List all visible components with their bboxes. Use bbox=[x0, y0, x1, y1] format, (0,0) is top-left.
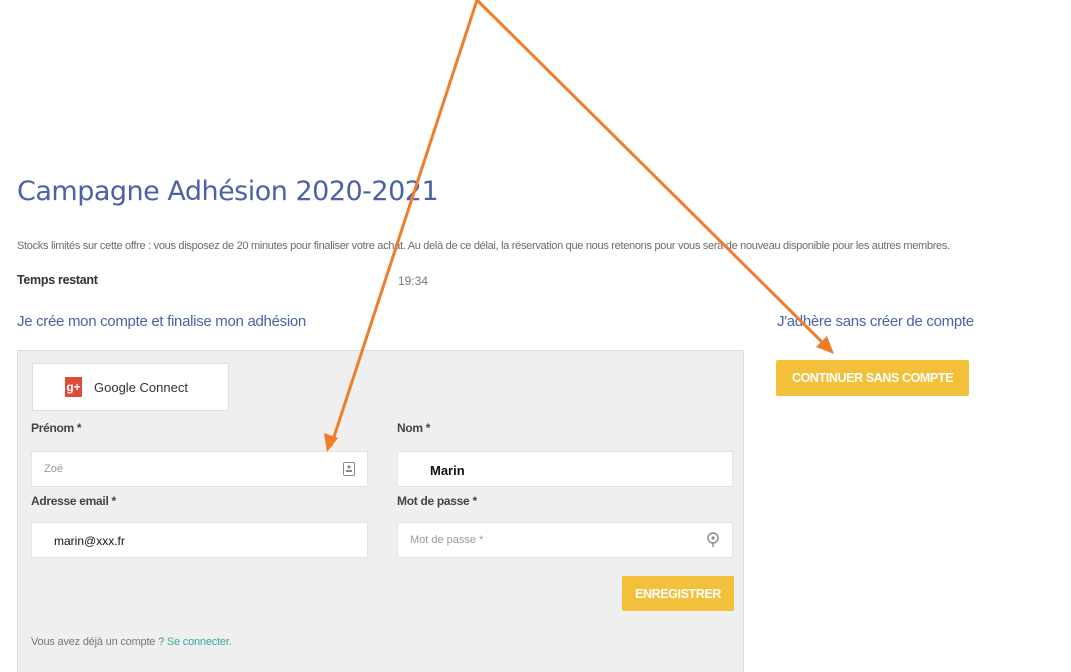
stock-notice: Stocks limités sur cette offre : vous di… bbox=[17, 240, 950, 252]
register-button[interactable]: Enregistrer bbox=[622, 576, 734, 611]
nom-label: Nom * bbox=[397, 421, 431, 435]
email-label: Adresse email * bbox=[31, 494, 116, 508]
prenom-value: Zoé bbox=[44, 463, 63, 475]
continue-without-account-button[interactable]: Continuer sans compte bbox=[776, 360, 969, 396]
password-label: Mot de passe * bbox=[397, 494, 477, 508]
nom-field[interactable]: Marin bbox=[397, 451, 733, 487]
contact-card-icon bbox=[343, 462, 355, 479]
google-plus-icon: g+ bbox=[65, 377, 82, 397]
timer-value: 19:34 bbox=[398, 274, 429, 288]
no-account-heading: J'adhère sans créer de compte bbox=[777, 313, 974, 330]
email-value: marin@xxx.fr bbox=[54, 534, 125, 548]
page-title: Campagne Adhésion 2020-2021 bbox=[17, 176, 439, 207]
nom-value: Marin bbox=[430, 463, 465, 478]
google-connect-label: Google Connect bbox=[94, 379, 188, 395]
annotation-arrow-right bbox=[475, 0, 830, 350]
google-connect-button[interactable]: g+ Google Connect bbox=[32, 363, 229, 411]
password-placeholder: Mot de passe * bbox=[410, 534, 484, 546]
email-field[interactable]: marin@xxx.fr bbox=[31, 522, 368, 558]
login-prompt: Vous avez déjà un compte ? Se connecter. bbox=[31, 636, 232, 648]
arrowhead-right bbox=[816, 336, 834, 354]
key-icon bbox=[706, 532, 720, 551]
timer-label: Temps restant bbox=[17, 273, 98, 287]
prenom-field[interactable]: Zoé bbox=[31, 451, 368, 487]
login-prompt-text: Vous avez déjà un compte ? bbox=[31, 636, 165, 648]
password-field[interactable]: Mot de passe * bbox=[397, 522, 733, 558]
create-account-heading: Je crée mon compte et finalise mon adhés… bbox=[17, 313, 306, 330]
prenom-label: Prénom * bbox=[31, 421, 82, 435]
login-link[interactable]: Se connecter. bbox=[167, 636, 232, 648]
